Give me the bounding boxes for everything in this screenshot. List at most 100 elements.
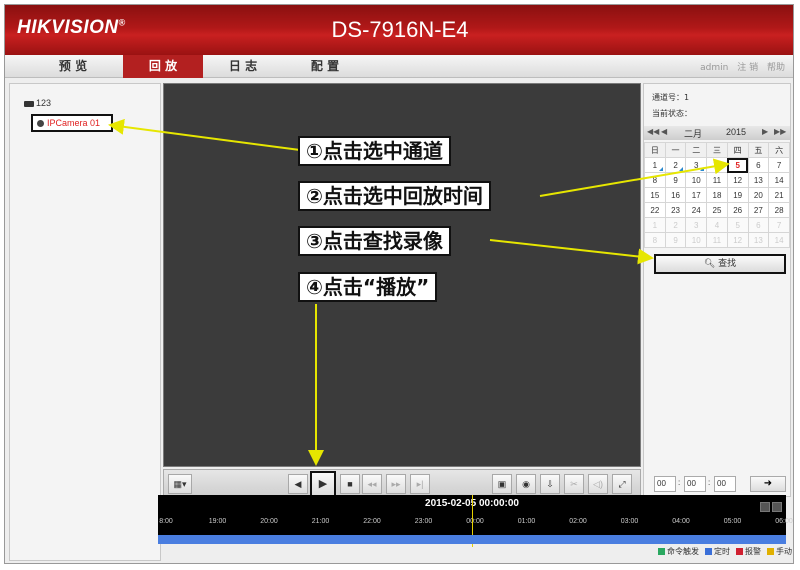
legend-item: 报警 [736,546,761,557]
tab-playback[interactable]: 回 放 [123,55,203,78]
timeline-tick-label: 05:00 [723,518,742,525]
tree-device-node[interactable]: 123 [24,98,51,108]
calendar-day[interactable]: 14 [768,232,790,248]
fast-button[interactable]: ▸▸ [386,474,406,494]
calendar-day[interactable]: 10 [685,232,708,248]
calendar-month: 二月 [684,130,703,140]
zoom-out-icon[interactable] [760,502,770,512]
stop-button[interactable]: ■ [340,474,360,494]
calendar-day[interactable]: 9 [664,232,687,248]
layout-grid-button[interactable]: ▦▾ [168,474,192,494]
search-button[interactable]: 🔍︎ 查找 [654,254,786,274]
calendar-header: ◀◀ ◀ 二月 2015 ▶ ▶▶ [644,126,790,140]
timeline-tick-label: 00:00 [466,518,484,525]
prev-year-icon[interactable]: ◀◀ [647,127,659,136]
calendar-day[interactable]: 19 [726,187,749,203]
weekday-header: 三 [706,142,728,158]
timeline-tick-label: 23:00 [414,518,433,525]
prev-month-icon[interactable]: ◀ [661,127,667,136]
next-month-icon[interactable]: ▶ [762,127,768,136]
next-year-icon[interactable]: ▶▶ [774,127,786,136]
goto-time-button[interactable]: ➜ [750,476,786,492]
calendar-day[interactable]: 22 [644,202,666,218]
calendar-day[interactable]: 5 [726,157,749,173]
download-icon[interactable]: ⇩ [540,474,560,494]
calendar-day[interactable]: 8 [644,232,666,248]
calendar-day[interactable]: 1 [644,217,666,233]
camera-icon [37,120,44,128]
calendar-day[interactable]: 4 [706,157,728,173]
calendar-day[interactable]: 3 [685,157,708,173]
calendar-day[interactable]: 9 [664,172,687,188]
calendar-day[interactable]: 6 [747,157,770,173]
calendar-day[interactable]: 7 [768,157,790,173]
calendar-day[interactable]: 6 [747,217,770,233]
calendar-day[interactable]: 17 [685,187,708,203]
logout-link[interactable]: 注 销 [737,63,758,73]
calendar-day[interactable]: 23 [664,202,687,218]
capture-icon[interactable]: ◉ [516,474,536,494]
tab-config[interactable]: 配 置 [285,55,365,78]
timeline-tick-label: 20:00 [260,518,278,525]
tab-preview[interactable]: 预 览 [33,55,113,78]
calendar-day[interactable]: 8 [644,172,666,188]
minute-field[interactable]: 00 [684,476,706,492]
callout-step3: ③点击查找录像 [298,226,451,256]
calendar-day[interactable]: 12 [726,172,749,188]
slow-button[interactable]: ◂◂ [362,474,382,494]
recording-bar[interactable] [158,535,786,544]
help-link[interactable]: 帮助 [767,63,785,73]
weekday-header: 一 [664,142,687,158]
stop-all-icon[interactable]: ▣ [492,474,512,494]
timeline-tick-label: 02:00 [569,518,587,525]
calendar-day[interactable]: 21 [768,187,790,203]
calendar-day[interactable]: 2 [664,157,687,173]
calendar-day[interactable]: 18 [706,187,728,203]
calendar-day[interactable]: 11 [706,232,728,248]
volume-icon[interactable]: ◁) [588,474,608,494]
timeline-tick-label: 8:00 [159,518,173,525]
calendar-day[interactable]: 27 [747,202,770,218]
calendar-day[interactable]: 10 [685,172,708,188]
calendar-day[interactable]: 25 [706,202,728,218]
calendar-day[interactable]: 7 [768,217,790,233]
tab-log[interactable]: 日 志 [203,55,283,78]
header-bar: HIKVISION® DS-7916N-E4 [5,5,793,55]
calendar-day[interactable]: 5 [726,217,749,233]
timeline-tick-label: 19:00 [208,518,227,525]
calendar-day[interactable]: 13 [747,172,770,188]
record-type-legend: 命令触发 定时 报警 手动 [652,546,792,557]
calendar-day[interactable]: 11 [706,172,728,188]
calendar-day[interactable]: 15 [644,187,666,203]
time-jump-box: 00 : 00 : 00 ➜ [654,476,786,492]
frame-step-button[interactable]: ▸| [410,474,430,494]
calendar-day[interactable]: 4 [706,217,728,233]
calendar-day[interactable]: 14 [768,172,790,188]
calendar-day[interactable]: 24 [685,202,708,218]
callout-step4: ④点击“播放” [298,272,438,302]
legend-swatch [736,548,743,555]
clip-icon[interactable]: ✂ [564,474,584,494]
timeline-tick-label: 01:00 [517,518,536,525]
reverse-play-button[interactable]: ◀ [288,474,308,494]
calendar-day[interactable]: 16 [664,187,687,203]
calendar-day[interactable]: 20 [747,187,770,203]
play-button[interactable]: ▶ [310,471,336,497]
calendar-day[interactable]: 2 [664,217,687,233]
timeline-tick-label: 06:00 [775,518,793,525]
calendar-day[interactable]: 3 [685,217,708,233]
zoom-in-icon[interactable] [772,502,782,512]
calendar-day[interactable]: 12 [726,232,749,248]
hour-field[interactable]: 00 [654,476,676,492]
calendar-day[interactable]: 26 [726,202,749,218]
username-link[interactable]: admin [700,63,728,73]
calendar-day[interactable]: 13 [747,232,770,248]
legend-item: 定时 [705,546,730,557]
fullscreen-icon[interactable]: ⤢ [612,474,632,494]
playback-control-bar: ▦▾ ◀ ▶ ■ ◂◂ ▸▸ ▸| ▣ ◉ ⇩ ✂ ◁) ⤢ [163,469,641,497]
tree-camera-node[interactable]: IPCamera 01 [31,114,113,132]
calendar-day[interactable]: 28 [768,202,790,218]
timeline-bar[interactable]: 2015-02-05 00:00:00 8:00 19:00 20:00 21:00 2… [158,495,793,547]
calendar-day[interactable]: 1 [644,157,666,173]
second-field[interactable]: 00 [714,476,736,492]
